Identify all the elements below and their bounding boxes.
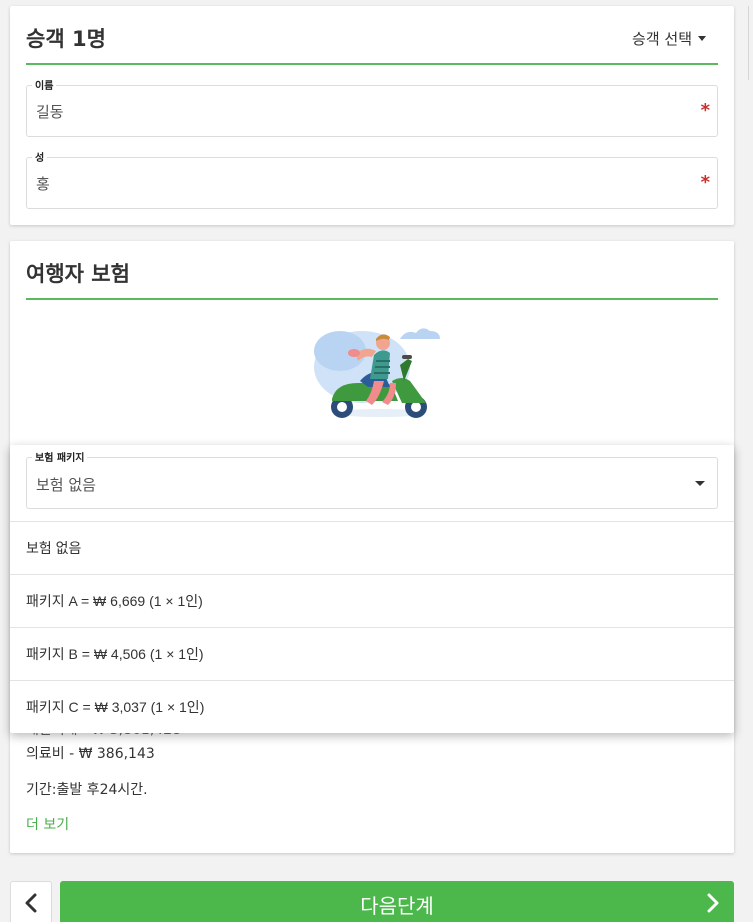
required-asterisk: * [700,172,710,193]
passenger-title: 승객 1명 [26,27,106,51]
last-name-field[interactable]: 성 홍 * [26,149,718,209]
option-package-b[interactable]: 패키지 B = ₩ 4,506 (1 × 1인) [10,627,734,680]
insurance-title: 여행자 보험 [26,262,130,286]
option-no-insurance[interactable]: 보험 없음 [10,521,734,574]
insurance-package-dropdown: 보험 패키지 보험 없음 보험 없음 패키지 A = ₩ 6,669 (1 × … [10,445,734,733]
caret-down-icon [698,36,706,41]
option-package-a[interactable]: 패키지 A = ₩ 6,669 (1 × 1인) [10,574,734,627]
last-name-label: 성 [32,149,48,164]
insurance-header: 여행자 보험 [26,241,718,300]
first-name-field[interactable]: 이름 길동 * [26,77,718,137]
scooter-rider-illustration [314,328,440,418]
booking-page: 승객 1명 승객 선택 이름 길동 * 성 홍 * 여행자 보험 의료비 - ₩… [0,0,753,922]
passenger-select-dropdown[interactable]: 승객 선택 [632,28,706,49]
next-step-label: 다음단계 [360,894,434,918]
insurance-options-list: 보험 없음 패키지 A = ₩ 6,669 (1 × 1인) 패키지 B = ₩… [10,521,734,733]
first-name-label: 이름 [32,77,57,92]
chevron-right-icon [707,893,719,913]
insurance-package-value: 보험 없음 [36,476,96,494]
back-button[interactable] [10,881,52,922]
option-package-c[interactable]: 패키지 C = ₩ 3,037 (1 × 1인) [10,680,734,733]
passenger-card: 승객 1명 승객 선택 이름 길동 * 성 홍 * [10,6,734,225]
required-asterisk: * [700,100,710,121]
coverage-medical-text: 의료비 - ₩ 386,143 [26,746,155,762]
caret-down-icon [695,481,705,486]
next-step-button[interactable]: 다음단계 [60,881,734,922]
passenger-header: 승객 1명 승객 선택 [26,6,718,65]
first-name-value: 길동 [36,103,64,121]
coverage-period-text: 기간:출발 후24시간. [26,782,148,798]
last-name-value: 홍 [36,175,50,193]
insurance-package-select[interactable]: 보험 패키지 보험 없음 [26,449,718,509]
scrollbar-edge [748,6,752,80]
passenger-select-label: 승객 선택 [632,30,692,48]
insurance-package-label: 보험 패키지 [32,449,88,464]
more-link[interactable]: 더 보기 [26,814,69,834]
chevron-left-icon [25,893,37,913]
